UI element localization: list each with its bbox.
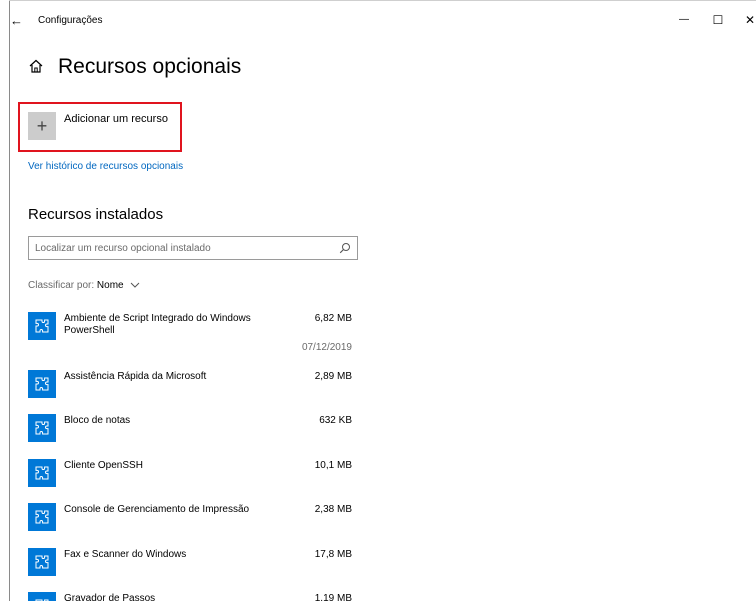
item-name: Ambiente de Script Integrado do Windows … xyxy=(64,313,251,336)
item-name: Fax e Scanner do Windows xyxy=(64,549,187,560)
puzzle-icon xyxy=(28,548,56,576)
window-left-border xyxy=(9,0,10,601)
back-arrow-icon[interactable]: ← xyxy=(10,14,23,27)
plus-icon: + xyxy=(36,116,48,136)
sort-value: Nome xyxy=(96,280,124,291)
item-size: 10,1 MB xyxy=(314,460,352,471)
app-title: Configurações xyxy=(38,15,103,26)
list-item[interactable]: Cliente OpenSSH 10,1 MB xyxy=(28,459,358,499)
sort-label: Classificar por: xyxy=(28,280,95,291)
close-button[interactable]: ✕ xyxy=(742,13,756,27)
add-feature-label[interactable]: Adicionar um recurso xyxy=(64,113,168,125)
item-name: Bloco de notas xyxy=(64,415,131,426)
list-item[interactable]: Gravador de Passos 1,19 MB xyxy=(28,592,358,601)
puzzle-icon xyxy=(28,503,56,531)
item-size: 1,19 MB xyxy=(314,593,352,601)
item-date: 07/12/2019 xyxy=(301,342,352,353)
list-item[interactable]: Assistência Rápida da Microsoft 2,89 MB xyxy=(28,370,358,410)
item-name: Console de Gerenciamento de Impressão xyxy=(64,504,250,515)
list-item[interactable]: Bloco de notas 632 KB xyxy=(28,414,358,454)
title-bar: ← Configurações — ☐ ✕ xyxy=(10,1,756,32)
chevron-down-icon xyxy=(131,283,140,289)
item-size: 2,89 MB xyxy=(314,371,352,382)
page-title: Recursos opcionais xyxy=(58,55,242,78)
puzzle-icon xyxy=(28,370,56,398)
item-size: 6,82 MB xyxy=(314,313,352,324)
add-feature-button[interactable]: + xyxy=(28,112,56,140)
maximize-button[interactable]: ☐ xyxy=(710,13,726,27)
search-input[interactable] xyxy=(35,240,325,256)
item-size: 632 KB xyxy=(319,415,352,426)
item-name: Cliente OpenSSH xyxy=(64,460,143,471)
item-name: Gravador de Passos xyxy=(64,593,156,601)
search-box[interactable] xyxy=(28,236,358,260)
puzzle-icon xyxy=(28,312,56,340)
search-icon[interactable] xyxy=(339,242,351,254)
list-item[interactable]: Fax e Scanner do Windows 17,8 MB xyxy=(28,548,358,588)
puzzle-icon xyxy=(28,414,56,442)
home-icon[interactable] xyxy=(28,58,44,74)
history-link[interactable]: Ver histórico de recursos opcionais xyxy=(28,161,183,172)
list-item[interactable]: Ambiente de Script Integrado do Windows … xyxy=(28,312,358,353)
sort-selector[interactable]: Classificar por: Nome xyxy=(28,280,140,291)
item-size: 17,8 MB xyxy=(314,549,352,560)
puzzle-icon xyxy=(28,592,56,601)
list-item[interactable]: Console de Gerenciamento de Impressão 2,… xyxy=(28,503,358,543)
puzzle-icon xyxy=(28,459,56,487)
installed-section-title: Recursos instalados xyxy=(28,206,164,223)
minimize-button[interactable]: — xyxy=(676,13,692,27)
item-name: Assistência Rápida da Microsoft xyxy=(64,371,207,382)
item-size: 2,38 MB xyxy=(314,504,352,515)
